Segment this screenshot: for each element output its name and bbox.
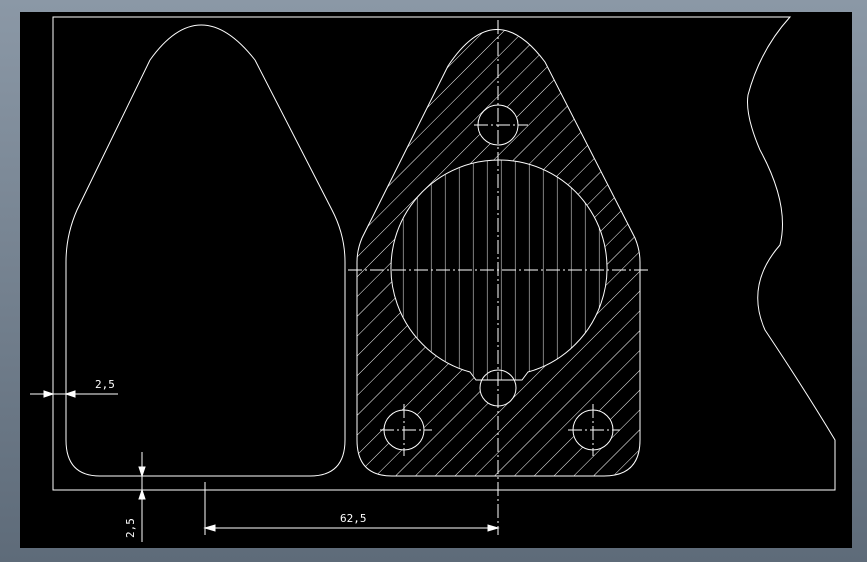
cad-drawing-canvas[interactable]: 2,5 2,5 62,5 <box>20 12 852 548</box>
left-plate-outline <box>65 24 346 477</box>
dimension-center-offset-label: 62,5 <box>340 512 367 525</box>
dimension-bottom-label: 2,5 <box>124 518 137 538</box>
dimension-left-label: 2,5 <box>95 378 115 391</box>
cad-drawing: 2,5 2,5 62,5 <box>30 16 836 542</box>
